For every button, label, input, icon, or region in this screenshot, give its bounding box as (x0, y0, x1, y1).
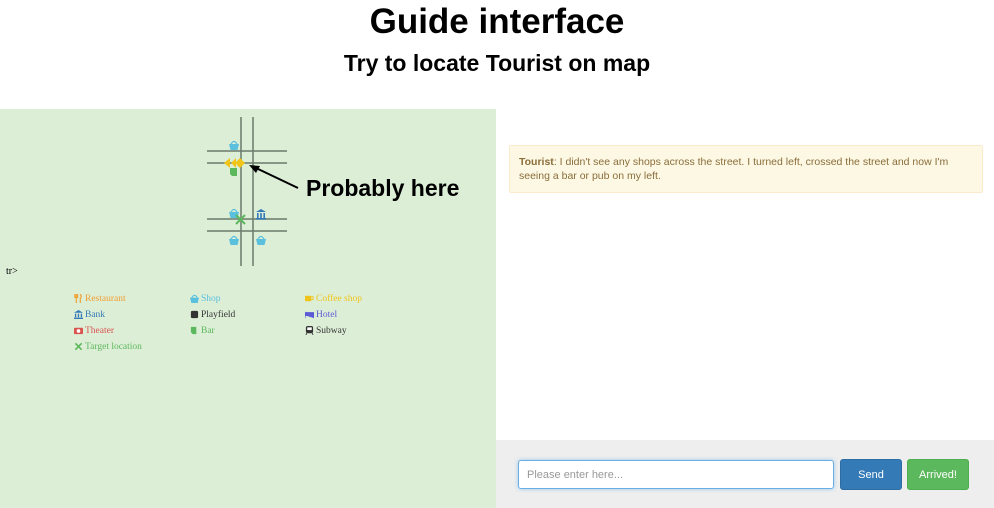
map-legend: Restaurant Shop Coffee shop Bank Playfie… (74, 292, 434, 353)
input-bar: Send Arrived! (496, 440, 994, 508)
chat-panel: Tourist: I didn't see any shops across t… (496, 109, 994, 440)
legend-theater: Theater (74, 324, 190, 337)
legend-playfield: Playfield (190, 308, 305, 321)
legend-bar: Bar (190, 324, 305, 337)
legend-target-location: Target location (74, 340, 190, 353)
legend-bank: Bank (74, 308, 190, 321)
camera-icon (74, 327, 83, 335)
legend-label: Bank (85, 309, 106, 320)
streets (207, 117, 287, 266)
legend-label: Restaurant (85, 293, 126, 304)
square-icon (190, 310, 199, 319)
coffee-shop-icon (224, 158, 230, 168)
page-subtitle: Try to locate Tourist on map (343, 50, 651, 76)
bed-icon (305, 311, 314, 319)
annotation-text: Probably here (306, 175, 460, 201)
legend-label: Playfield (201, 309, 236, 320)
legend-restaurant: Restaurant (74, 292, 190, 305)
shop-icon (229, 140, 239, 150)
send-button[interactable]: Send (840, 459, 902, 490)
bank-icon (256, 209, 266, 220)
coffee-icon (305, 295, 314, 302)
subway-icon (305, 326, 314, 335)
utensils-icon (74, 294, 82, 303)
shop-icon (256, 235, 266, 245)
legend-coffee-shop: Coffee shop (305, 292, 421, 305)
legend-label: Bar (201, 325, 215, 336)
annotation-arrow (249, 165, 299, 189)
beer-icon (190, 326, 197, 335)
bar-icon (230, 168, 237, 176)
arrived-button[interactable]: Arrived! (907, 459, 969, 490)
legend-hotel: Hotel (305, 308, 421, 321)
message-sender: Tourist (519, 156, 554, 168)
map-panel[interactable]: Probably here tr> Restaurant Shop Coffee… (0, 109, 496, 508)
message-input[interactable] (518, 460, 834, 489)
tourist-marker-icon (235, 158, 245, 168)
shop-icon (229, 235, 239, 245)
message-text: : I didn't see any shops across the stre… (519, 156, 949, 182)
legend-label: Coffee shop (316, 293, 362, 304)
basket-icon (190, 294, 199, 303)
legend-label: Target location (85, 341, 142, 352)
stray-text: tr> (6, 266, 18, 277)
page-title: Guide interface (369, 2, 625, 41)
bank-icon (74, 310, 83, 319)
x-icon (74, 342, 83, 351)
legend-label: Shop (201, 293, 221, 304)
legend-label: Subway (316, 325, 347, 336)
legend-label: Hotel (316, 309, 338, 320)
legend-shop: Shop (190, 292, 305, 305)
legend-label: Theater (85, 325, 115, 336)
tourist-message: Tourist: I didn't see any shops across t… (509, 145, 983, 193)
legend-subway: Subway (305, 324, 421, 337)
